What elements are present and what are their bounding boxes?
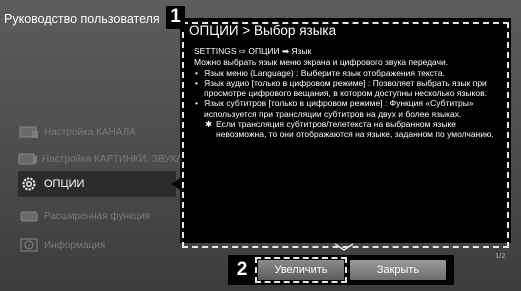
close-button[interactable]: Закрыть (350, 260, 446, 280)
menu-item-picture-sound[interactable]: Настройка КАРТИНКИ, ЗВУКА (18, 146, 183, 172)
help-note: ✱ Если трансляция субтитров/телетекста н… (194, 119, 500, 140)
menu-item-label: Информация (44, 239, 106, 251)
menu-item-label: Расширенная функция (44, 210, 151, 222)
enlarge-button-highlight-frame (255, 257, 347, 283)
selection-pointer-icon (172, 178, 180, 190)
note-mark: ✱ (205, 119, 213, 130)
help-bullet: Язык меню (Language) : Выберите язык ото… (194, 68, 500, 79)
menu-item-information[interactable]: i Информация (18, 232, 183, 258)
gear-icon (18, 176, 40, 192)
help-note-text: Если трансляция субтитров/телетекста на … (216, 119, 494, 140)
menu-item-label: Настройка КАНАЛА (44, 126, 136, 138)
help-bullet: Язык аудио [только в цифровом режиме] : … (194, 78, 500, 99)
picture-sound-icon (18, 151, 38, 167)
callout-marker-1: 1 (166, 6, 185, 29)
menu-item-channel-settings[interactable]: Настройка КАНАЛА (18, 119, 183, 145)
menu-item-options[interactable]: ОПЦИИ (18, 171, 176, 197)
manual-title: Руководство пользователя (4, 12, 160, 26)
help-intro: Можно выбрать язык меню экрана и цифрово… (194, 57, 449, 68)
advanced-function-icon (18, 208, 40, 224)
page-counter: 1/2 (495, 251, 506, 260)
menu-item-label: Настройка КАРТИНКИ, ЗВУКА (42, 153, 183, 165)
user-guide-screen: Руководство пользователя Настройка КАНАЛ… (0, 0, 521, 291)
channel-settings-icon (18, 124, 40, 140)
info-icon: i (18, 237, 40, 253)
help-body: SETTINGS ⇨ ОПЦИИ ➡ Язык Можно выбрать яз… (194, 46, 500, 140)
callout-marker-2: 2 (233, 259, 251, 282)
menu-item-advanced-function[interactable]: Расширенная функция (18, 203, 183, 229)
help-bullet-list: Язык меню (Language) : Выберите язык ото… (194, 68, 500, 119)
menu-item-label: ОПЦИИ (44, 178, 85, 190)
scroll-down-chevron-icon[interactable] (334, 243, 354, 251)
menu-path: SETTINGS ⇨ ОПЦИИ ➡ Язык (194, 46, 312, 56)
help-title: ОПЦИИ > Выбор языка (189, 23, 337, 38)
help-bullet: Язык субтитров [только в цифровом режиме… (194, 98, 500, 119)
